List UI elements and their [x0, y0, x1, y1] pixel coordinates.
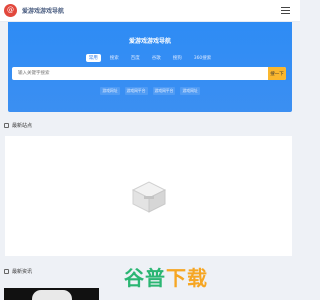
- watermark-text: 谷普: [124, 266, 166, 290]
- search-input[interactable]: [12, 67, 268, 80]
- section-icon: [4, 123, 9, 128]
- latest-news-heading: 最新资讯: [4, 268, 32, 275]
- hero-search-panel: 爱游戏游戏导航 常用 搜索 百度 谷歌 搜狗 360搜索 搜一下 游戏网址 游戏…: [8, 22, 292, 112]
- quick-links: 游戏网址 游戏网平台 游戏网平台 游戏网址: [8, 87, 292, 95]
- tab-google[interactable]: 谷歌: [149, 54, 164, 62]
- section-title: 最新站点: [12, 123, 33, 129]
- section-icon: [4, 269, 9, 274]
- tab-360[interactable]: 360搜索: [191, 54, 215, 62]
- quick-link[interactable]: 游戏网平台: [124, 87, 148, 95]
- empty-box-icon: [131, 181, 167, 213]
- search-button[interactable]: 搜一下: [268, 67, 286, 80]
- tab-sogou[interactable]: 搜狗: [170, 54, 185, 62]
- section-title: 最新资讯: [12, 269, 33, 275]
- tab-baidu[interactable]: 百度: [128, 54, 143, 62]
- site-title[interactable]: 爱游戏游戏导航: [22, 6, 64, 15]
- tab-search[interactable]: 搜索: [107, 54, 122, 62]
- menu-icon[interactable]: [281, 7, 290, 14]
- latest-sites-heading: 最新站点: [4, 122, 32, 129]
- tab-common[interactable]: 常用: [85, 54, 101, 62]
- site-logo[interactable]: @: [4, 4, 17, 17]
- quick-link[interactable]: 游戏网址: [180, 87, 200, 95]
- hero-title: 爱游戏游戏导航: [128, 38, 171, 45]
- news-thumbnail[interactable]: [4, 288, 99, 300]
- search-bar: 搜一下: [12, 67, 286, 80]
- quick-link[interactable]: 游戏网平台: [152, 87, 176, 95]
- watermark-text-accent: 下载: [166, 266, 208, 290]
- top-navbar: @ 爱游戏游戏导航: [0, 0, 300, 22]
- empty-content-card: [5, 136, 292, 256]
- search-engine-tabs: 常用 搜索 百度 谷歌 搜狗 360搜索: [8, 54, 292, 62]
- watermark-logo: 谷普下载: [124, 262, 208, 291]
- quick-link[interactable]: 游戏网址: [100, 87, 120, 95]
